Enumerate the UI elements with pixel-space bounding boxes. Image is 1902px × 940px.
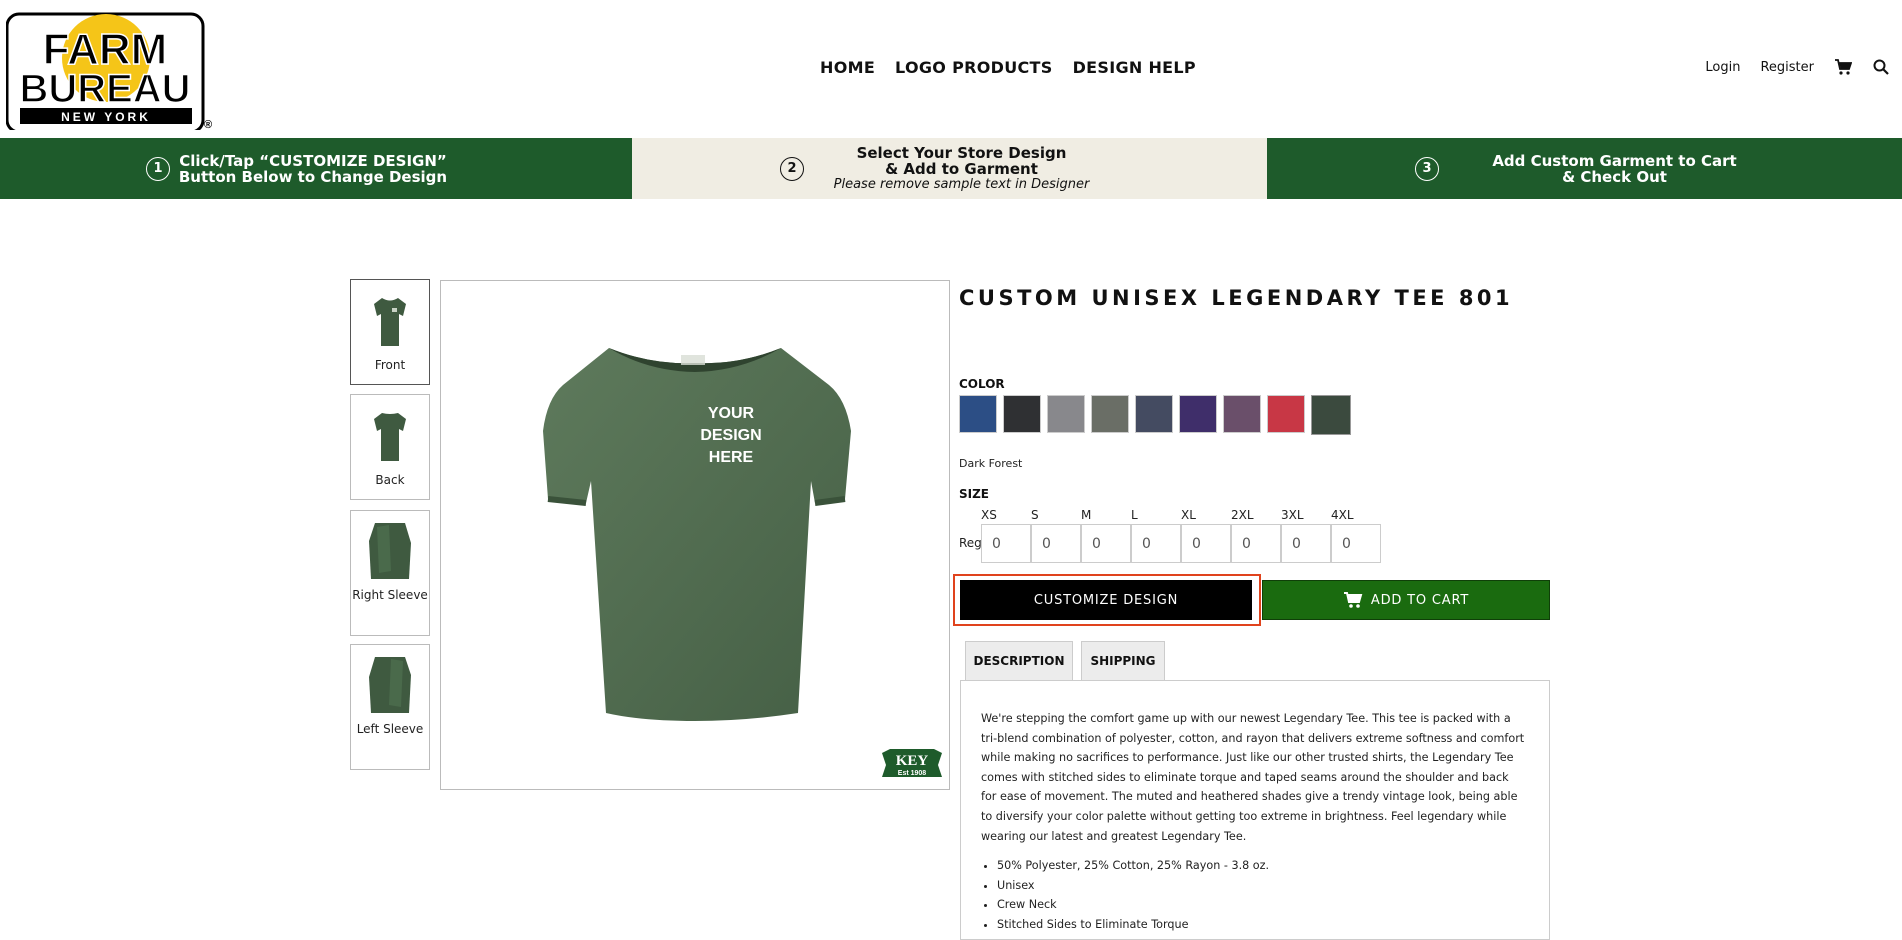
step-3-text: Add Custom Garment to Cart & Check Out: [1492, 153, 1736, 185]
customize-design-label: CUSTOMIZE DESIGN: [1033, 592, 1179, 608]
thumb-right-sleeve[interactable]: Right Sleeve: [350, 510, 430, 636]
design-text-line2: DESIGN: [700, 427, 761, 444]
nav-design-help[interactable]: DESIGN HELP: [1073, 58, 1196, 77]
thumb-left-sleeve-label: Left Sleeve: [356, 722, 424, 736]
color-swatch[interactable]: [1267, 395, 1305, 433]
color-swatch[interactable]: [1003, 395, 1041, 433]
step-2-line1: Select Your Store Design: [856, 143, 1067, 162]
size-label: SIZE: [959, 487, 990, 501]
main-product-image[interactable]: YOUR DESIGN HERE KEY Est 1908: [440, 280, 950, 790]
color-label: COLOR: [959, 377, 1005, 391]
thumb-back-label: Back: [375, 473, 405, 487]
size-header-l: L: [1131, 508, 1138, 522]
size-row-label: Reg: [959, 536, 982, 550]
step-1-line1: Click/Tap “CUSTOMIZE DESIGN”: [179, 151, 447, 170]
right-sleeve-thumb: [369, 523, 411, 579]
step-2-text: Select Your Store Design & Add to Garmen…: [834, 145, 1090, 193]
thumb-right-sleeve-label: Right Sleeve: [352, 588, 428, 602]
step-2-number: 2: [780, 156, 804, 181]
step-1-number: 1: [146, 156, 170, 181]
step-2: 2 Select Your Store Design & Add to Garm…: [632, 138, 1267, 199]
left-sleeve-thumb: [369, 657, 411, 713]
search-icon[interactable]: [1872, 58, 1890, 76]
design-text-line1: YOUR: [708, 405, 755, 422]
nav-logo-products[interactable]: LOGO PRODUCTS: [895, 58, 1053, 77]
svg-text:KEY: KEY: [896, 753, 929, 769]
step-1-line2: Button Below to Change Design: [178, 167, 448, 186]
main-nav: HOME LOGO PRODUCTS DESIGN HELP: [820, 58, 1196, 77]
step-3-line2: & Check Out: [1562, 167, 1667, 186]
step-2-line2: & Add to Garment: [885, 159, 1038, 178]
add-to-cart-button[interactable]: ADD TO CART: [1262, 580, 1550, 620]
site-header: FARM BUREAU NEW YORK ® HOME LOGO PRODUCT…: [0, 0, 1902, 138]
qty-input-l[interactable]: [1131, 524, 1181, 563]
cart-icon: [1343, 592, 1363, 608]
qty-input-m[interactable]: [1081, 524, 1131, 563]
tshirt-front-image: YOUR DESIGN HERE: [543, 348, 851, 721]
tab-description[interactable]: DESCRIPTION: [965, 641, 1073, 680]
cart-icon[interactable]: [1834, 58, 1853, 76]
key-brand-logo: KEY Est 1908: [880, 749, 944, 781]
qty-input-2xl[interactable]: [1231, 524, 1281, 563]
logo-graphic: FARM BUREAU NEW YORK ®: [5, 12, 212, 134]
step-3: 3 Add Custom Garment to Cart & Check Out: [1267, 138, 1902, 199]
farm-bureau-logo[interactable]: FARM BUREAU NEW YORK ®: [5, 6, 216, 134]
feature-item: Unisex: [997, 876, 1542, 896]
size-header-xs: XS: [981, 508, 997, 522]
step-1: 1 Click/Tap “CUSTOMIZE DESIGN” Button Be…: [0, 138, 632, 199]
color-swatch[interactable]: [1135, 395, 1173, 433]
tab-shipping[interactable]: SHIPPING: [1081, 641, 1165, 680]
step-3-line1: Add Custom Garment to Cart: [1492, 151, 1737, 170]
step-1-text: Click/Tap “CUSTOMIZE DESIGN” Button Belo…: [179, 153, 447, 185]
qty-input-xl[interactable]: [1181, 524, 1231, 563]
qty-input-s[interactable]: [1031, 524, 1081, 563]
description-panel: We're stepping the comfort game up with …: [960, 680, 1550, 940]
login-link[interactable]: Login: [1705, 60, 1740, 75]
description-text: We're stepping the comfort game up with …: [981, 712, 1525, 843]
size-header-xl: XL: [1181, 508, 1196, 522]
size-header-2xl: 2XL: [1231, 508, 1254, 522]
svg-text:®: ®: [204, 119, 212, 130]
qty-input-4xl[interactable]: [1331, 524, 1381, 563]
tshirt-front-thumb: [374, 298, 406, 346]
size-header-m: M: [1081, 508, 1092, 522]
color-swatch[interactable]: [959, 395, 997, 433]
product-title: CUSTOM UNISEX LEGENDARY TEE 801: [959, 286, 1514, 310]
tshirt-back-thumb: [374, 413, 406, 461]
register-link[interactable]: Register: [1760, 60, 1814, 75]
color-swatch-selected[interactable]: [1311, 395, 1351, 435]
qty-input-xs[interactable]: [981, 524, 1031, 563]
svg-text:BUREAU: BUREAU: [19, 67, 190, 111]
thumb-front[interactable]: Front: [350, 279, 430, 385]
qty-input-3xl[interactable]: [1281, 524, 1331, 563]
feature-item: Crew Neck: [997, 895, 1542, 915]
color-swatch[interactable]: [1047, 395, 1085, 433]
feature-item: 50% Polyester, 25% Cotton, 25% Rayon - 3…: [997, 856, 1542, 876]
color-swatches: [959, 395, 1351, 435]
color-swatch[interactable]: [1091, 395, 1129, 433]
size-header-s: S: [1031, 508, 1039, 522]
size-header-4xl: 4XL: [1331, 508, 1354, 522]
add-to-cart-label: ADD TO CART: [1370, 592, 1470, 608]
thumb-back[interactable]: Back: [350, 394, 430, 500]
nav-home[interactable]: HOME: [820, 58, 875, 77]
thumb-front-label: Front: [374, 358, 406, 372]
feature-list: 50% Polyester, 25% Cotton, 25% Rayon - 3…: [981, 856, 1542, 934]
thumb-left-sleeve[interactable]: Left Sleeve: [350, 644, 430, 770]
design-text-line3: HERE: [709, 449, 754, 466]
svg-text:Est 1908: Est 1908: [898, 770, 927, 777]
step-2-subtext: Please remove sample text in Designer: [833, 176, 1090, 192]
selected-color-name: Dark Forest: [959, 457, 1023, 470]
color-swatch[interactable]: [1179, 395, 1217, 433]
customize-design-button[interactable]: CUSTOMIZE DESIGN: [960, 580, 1252, 620]
step-3-number: 3: [1415, 156, 1439, 181]
size-header-3xl: 3XL: [1281, 508, 1304, 522]
utility-nav: Login Register: [1705, 58, 1890, 76]
svg-text:NEW YORK: NEW YORK: [61, 110, 151, 124]
steps-bar: 1 Click/Tap “CUSTOMIZE DESIGN” Button Be…: [0, 138, 1902, 199]
color-swatch[interactable]: [1223, 395, 1261, 433]
